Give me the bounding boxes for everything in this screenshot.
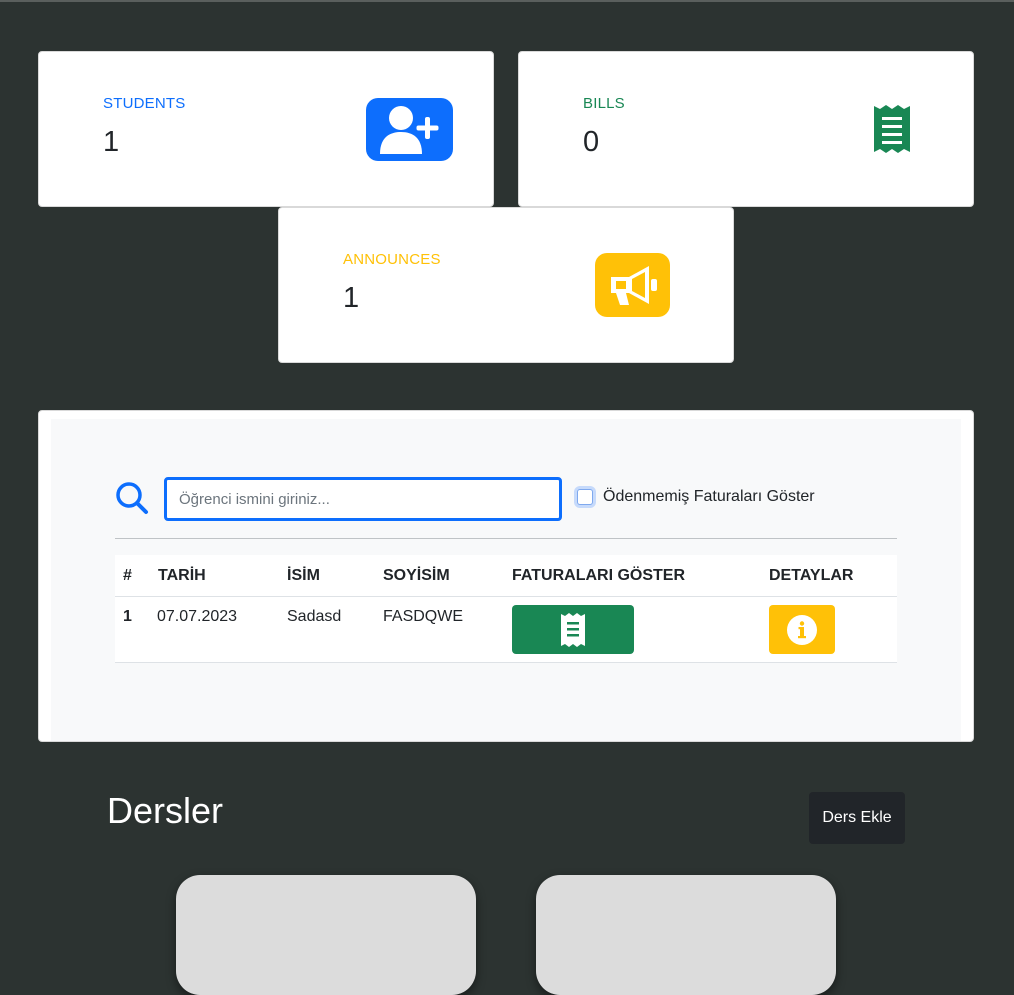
row-number: 1 (123, 608, 132, 625)
course-card[interactable] (176, 875, 476, 995)
students-count: 1 (103, 126, 120, 158)
search-icon (115, 481, 149, 520)
row-name: Sadasd (287, 608, 342, 625)
details-button[interactable] (769, 605, 835, 654)
student-search-input[interactable] (164, 477, 562, 521)
bills-stat-card: BILLS 0 (518, 51, 974, 207)
divider (115, 538, 897, 539)
megaphone-icon (595, 253, 670, 317)
add-course-button[interactable]: Ders Ekle (809, 792, 905, 844)
unpaid-bills-checkbox-label[interactable]: Ödenmemiş Faturaları Göster (603, 488, 815, 506)
row-surname: FASDQWE (383, 608, 464, 625)
header-name: İSİM (287, 567, 320, 584)
row-date: 07.07.2023 (157, 608, 238, 625)
students-table-panel: Ödenmemiş Faturaları Göster # TARİH İSİM… (38, 410, 974, 742)
announces-label: ANNOUNCES (343, 251, 441, 268)
students-label: STUDENTS (103, 95, 186, 112)
header-surname: SOYİSİM (383, 567, 450, 584)
students-table: # TARİH İSİM SOYİSİM FATURALARI GÖSTER D… (115, 555, 897, 663)
unpaid-bills-filter[interactable]: Ödenmemiş Faturaları Göster (577, 488, 815, 506)
table-header-row: # TARİH İSİM SOYİSİM FATURALARI GÖSTER D… (115, 555, 897, 597)
course-card[interactable] (536, 875, 836, 995)
show-bills-button[interactable] (512, 605, 634, 654)
announces-stat-card: ANNOUNCES 1 (278, 207, 734, 363)
students-stat-card: STUDENTS 1 (38, 51, 494, 207)
header-show-bills: FATURALARI GÖSTER (512, 567, 686, 584)
announces-count: 1 (343, 282, 360, 314)
info-circle-icon (787, 614, 817, 645)
header-number: # (123, 567, 132, 584)
table-row: 1 07.07.2023 Sadasd FASDQWE (115, 597, 897, 663)
bills-count: 0 (583, 126, 600, 158)
bills-label: BILLS (583, 95, 625, 112)
courses-title: Dersler (107, 790, 224, 831)
receipt-icon (561, 612, 585, 647)
user-plus-icon (366, 98, 453, 161)
header-details: DETAYLAR (769, 567, 854, 584)
header-date: TARİH (158, 567, 206, 584)
unpaid-bills-checkbox[interactable] (577, 489, 593, 505)
receipt-icon (873, 104, 911, 154)
